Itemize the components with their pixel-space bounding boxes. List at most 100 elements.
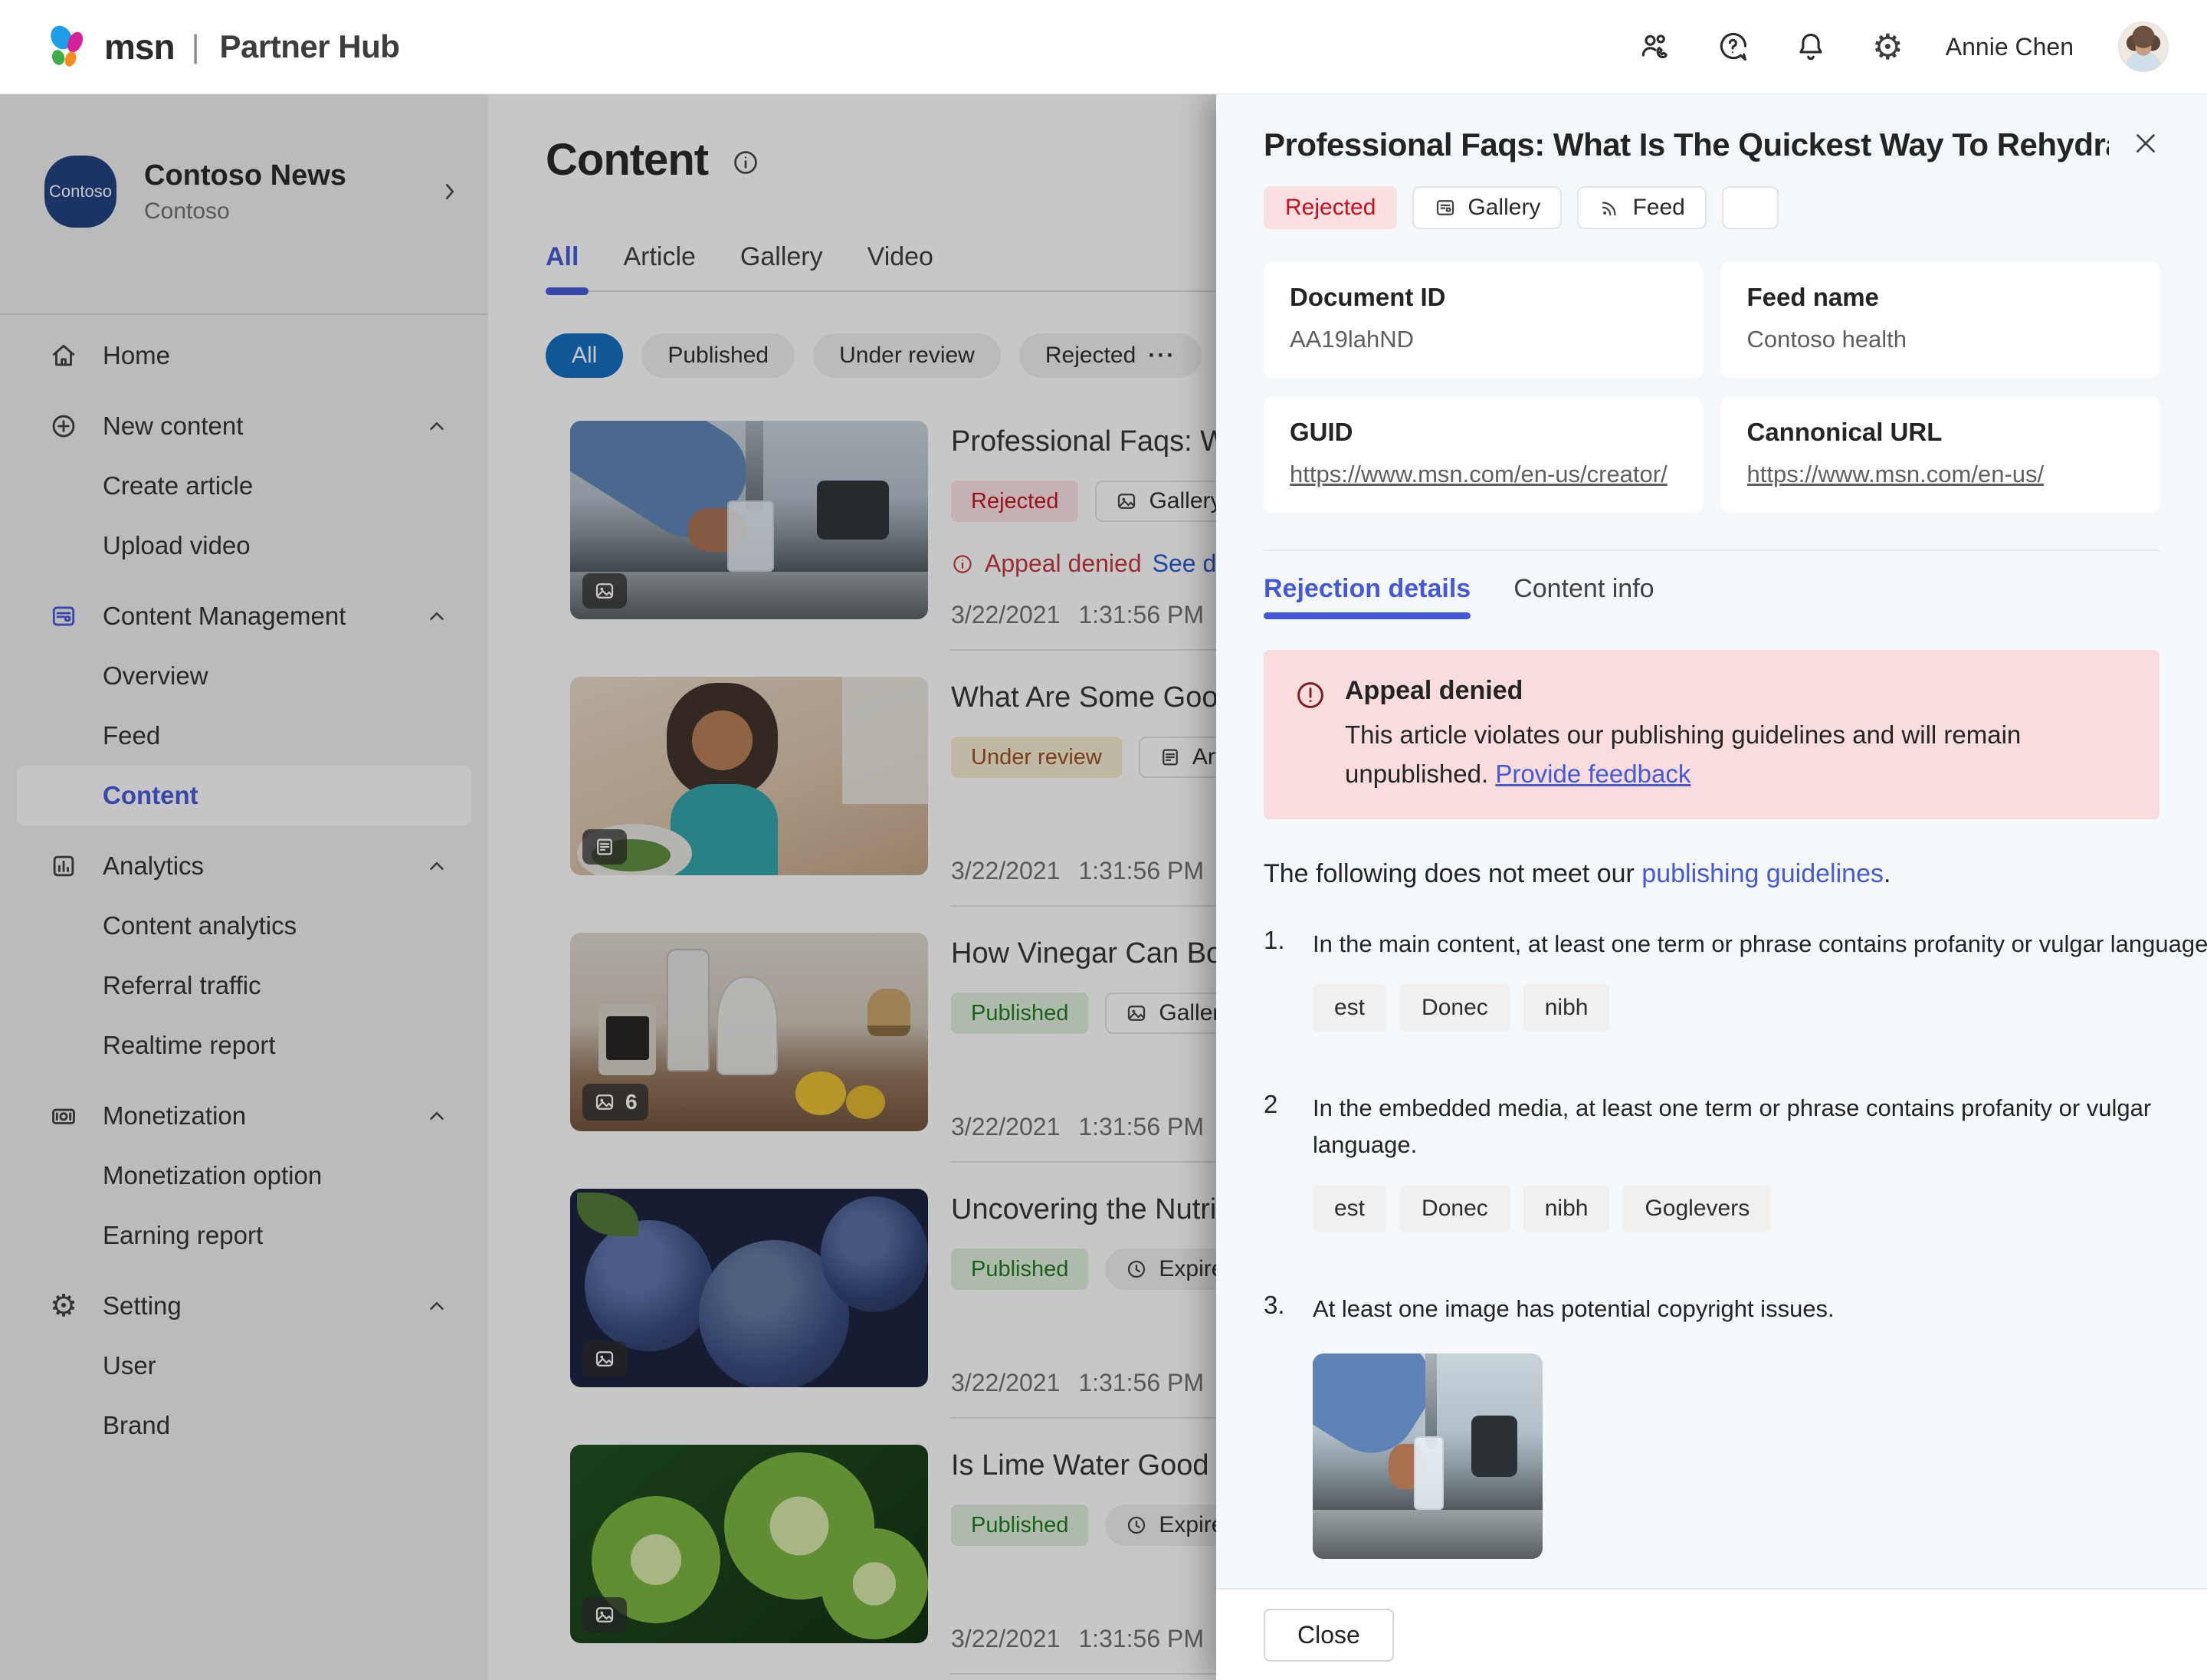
cannonical-url-link[interactable]: https://www.msn.com/en-us/ [1747,461,2134,488]
guid-link[interactable]: https://www.msn.com/en-us/creator/ [1290,461,1677,488]
term-chip: Donec [1400,984,1510,1032]
info-icon[interactable] [731,148,760,177]
violation-text: At least one image has potential copyrig… [1313,1291,2159,1327]
sidebar-item-monetization-option[interactable]: Monetization option [17,1146,471,1206]
type-badge-feed: Feed [1577,186,1706,229]
close-icon[interactable] [2132,130,2159,157]
publish-datetime: 3/22/20211:31:56 PM [951,1113,1204,1141]
org-switcher[interactable]: Contoso Contoso News Contoso [44,156,461,228]
status-badge: Published [951,1249,1088,1290]
sidebar-item-analytics[interactable]: Analytics [17,836,471,896]
sidebar-item-referral-traffic[interactable]: Referral traffic [17,956,471,1016]
sidebar-item-label: Analytics [103,851,204,881]
sidebar-divider [0,313,488,315]
field-feed-name: Feed name Contoso health [1721,261,2160,378]
publishing-guidelines-link[interactable]: publishing guidelines [1641,859,1884,888]
sidebar-item-setting[interactable]: ⚙ Setting [17,1276,471,1336]
settings-gear-icon[interactable]: ⚙ [1872,30,1901,64]
tab-article[interactable]: Article [623,242,695,290]
gallery-collection-icon [1434,196,1457,219]
chevron-up-icon[interactable] [425,1104,448,1127]
sidebar-item-content-analytics[interactable]: Content analytics [17,896,471,956]
sidebar-item-monetization[interactable]: Monetization [17,1086,471,1146]
empty-badge [1722,186,1779,229]
sidebar-item-brand[interactable]: Brand [17,1396,471,1455]
rejection-details-panel: Appeal denied This article violates our … [1216,619,2207,1588]
violations-list: 1. In the main content, at least one ter… [1264,926,2159,1559]
violation-number: 1. [1264,926,1313,1032]
filter-under-review[interactable]: Under review [813,333,1001,378]
filter-all[interactable]: All [546,333,623,378]
sidebar-item-content-management[interactable]: Content Management [17,586,471,646]
sidebar-item-upload-video[interactable]: Upload video [17,516,471,576]
sidebar-item-home[interactable]: Home [17,326,471,386]
sidebar-item-feed[interactable]: Feed [17,706,471,766]
sidebar-item-label: Earning report [103,1221,263,1250]
notifications-bell-icon[interactable] [1794,30,1828,64]
drawer-tabs: Rejection details Content info [1216,551,2207,619]
gallery-photo-icon [593,1091,616,1114]
chevron-up-icon[interactable] [425,415,448,438]
tab-content-info[interactable]: Content info [1513,574,1654,619]
publish-datetime: 3/22/20211:31:56 PM [951,1625,1204,1653]
media-type-chip [582,573,627,609]
gallery-photo-icon [1115,490,1138,513]
user-name[interactable]: Annie Chen [1946,33,2074,61]
clock-icon [1125,1514,1148,1537]
chevron-up-icon[interactable] [425,1294,448,1317]
gallery-photo-icon [593,579,616,602]
sidebar-item-new-content[interactable]: New content [17,396,471,456]
more-options-icon[interactable]: ··· [1148,343,1176,369]
metadata-fields: Document ID AA19lahND Feed name Contoso … [1264,261,2159,513]
sidebar-item-content[interactable]: Content [17,766,471,825]
article-thumbnail[interactable] [570,421,928,619]
alert-exclamation-icon [1294,679,1326,711]
sidebar-item-user[interactable]: User [17,1336,471,1396]
sidebar-item-overview[interactable]: Overview [17,646,471,706]
content-management-icon [49,602,78,631]
filter-rejected[interactable]: Rejected ··· [1019,333,1202,378]
sidebar-item-earning-report[interactable]: Earning report [17,1206,471,1265]
sidebar-item-label: Overview [103,661,208,691]
org-subtitle: Contoso [144,199,346,225]
sidebar-item-label: Setting [103,1291,182,1321]
provide-feedback-link[interactable]: Provide feedback [1495,760,1691,788]
article-thumbnail[interactable] [570,677,928,875]
status-badge: Under review [951,737,1122,778]
org-name: Contoso News [144,159,346,192]
article-icon [593,835,616,858]
chevron-up-icon[interactable] [425,855,448,878]
guidelines-post-text: . [1884,859,1891,888]
help-icon[interactable] [1716,30,1750,64]
article-thumbnail[interactable] [570,1189,928,1387]
clock-icon [1125,1258,1148,1281]
msn-logo[interactable]: msn | Partner Hub [44,25,399,68]
copyright-issue-image[interactable] [1313,1354,1543,1559]
media-count: 6 [625,1090,638,1114]
appeal-denied-info-icon [951,553,974,576]
article-thumbnail[interactable]: 6 [570,933,928,1131]
type-badge-gallery: Gallery [1412,186,1562,229]
close-button[interactable]: Close [1264,1609,1394,1662]
filter-published[interactable]: Published [641,333,795,378]
top-bar: msn | Partner Hub ⚙ Annie Chen [0,0,2207,94]
field-label: Cannonical URL [1747,418,2134,447]
user-avatar[interactable] [2118,21,2169,72]
tab-gallery[interactable]: Gallery [740,242,823,290]
support-contact-icon[interactable] [1638,30,1671,64]
product-name: Partner Hub [220,28,400,65]
chevron-up-icon[interactable] [425,605,448,628]
article-thumbnail[interactable] [570,1445,928,1643]
tab-all[interactable]: All [546,242,579,290]
violation-number: 2 [1264,1090,1313,1232]
sidebar-item-label: Content analytics [103,911,297,940]
tab-video[interactable]: Video [867,242,933,290]
appeal-denied-text: Appeal denied [985,550,1142,578]
field-guid: GUID https://www.msn.com/en-us/creator/ [1264,396,1703,513]
sidebar-item-realtime-report[interactable]: Realtime report [17,1016,471,1075]
violation-item: 2 In the embedded media, at least one te… [1264,1090,2159,1232]
sidebar-item-create-article[interactable]: Create article [17,456,471,516]
tab-rejection-details[interactable]: Rejection details [1264,574,1471,619]
publish-datetime: 3/22/20211:31:56 PM [951,601,1204,629]
org-logo: Contoso [44,156,116,228]
